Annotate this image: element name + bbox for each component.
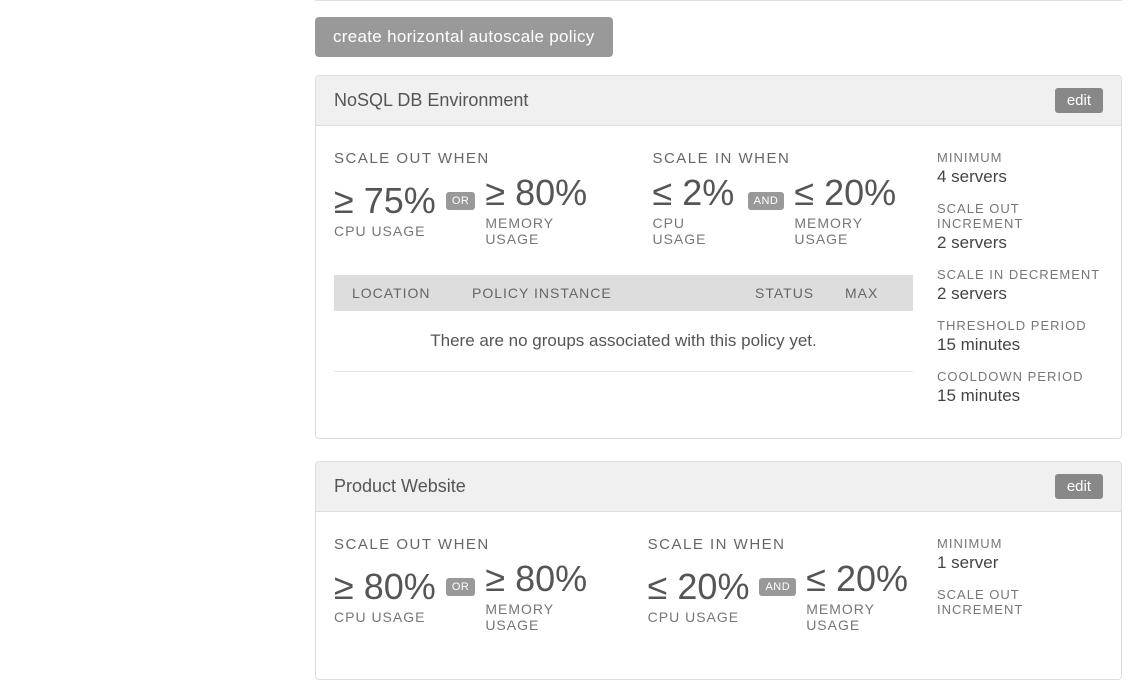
scale-out-connector: OR	[446, 192, 476, 210]
scale-in-memory-value: ≤ 20%	[794, 173, 913, 213]
scale-out-label: SCALE OUT WHEN	[334, 536, 593, 553]
scale-out-memory-value: ≥ 80%	[485, 173, 597, 213]
threshold-period-value: 15 minutes	[937, 335, 1109, 355]
cpu-usage-label: CPU USAGE	[648, 609, 750, 625]
minimum-value: 4 servers	[937, 167, 1109, 187]
scale-in-label: SCALE IN WHEN	[648, 536, 913, 553]
policy-card: Product Website edit SCALE OUT WHEN ≥ 80…	[315, 461, 1122, 680]
table-header-instance: POLICY INSTANCE	[472, 285, 755, 301]
scale-out-connector: OR	[446, 578, 476, 596]
table-header-max: MAX	[845, 285, 895, 301]
cooldown-period-label: COOLDOWN PERIOD	[937, 369, 1109, 384]
memory-usage-label: MEMORY USAGE	[794, 215, 913, 247]
scale-in-label: SCALE IN WHEN	[652, 150, 913, 167]
policy-title: Product Website	[334, 476, 466, 497]
edit-button[interactable]: edit	[1055, 474, 1103, 499]
scale-in-condition: SCALE IN WHEN ≤ 20% CPU USAGE AND ≤ 20% …	[648, 536, 913, 633]
scale-in-connector: AND	[759, 578, 796, 596]
scale-out-increment-label: SCALE OUT INCREMENT	[937, 587, 1109, 617]
cpu-usage-label: CPU USAGE	[652, 215, 737, 247]
table-header-location: LOCATION	[352, 285, 472, 301]
scale-in-decrement-value: 2 servers	[937, 284, 1109, 304]
memory-usage-label: MEMORY USAGE	[806, 601, 913, 633]
cpu-usage-label: CPU USAGE	[334, 609, 436, 625]
table-header-status: STATUS	[755, 285, 845, 301]
policy-title: NoSQL DB Environment	[334, 90, 528, 111]
minimum-label: MINIMUM	[937, 150, 1109, 165]
scale-out-memory-value: ≥ 80%	[485, 559, 592, 599]
scale-out-cpu-value: ≥ 75%	[334, 181, 436, 221]
scale-out-label: SCALE OUT WHEN	[334, 150, 597, 167]
create-policy-button[interactable]: create horizontal autoscale policy	[315, 17, 613, 57]
table-empty-message: There are no groups associated with this…	[334, 311, 913, 372]
policy-header: Product Website edit	[316, 462, 1121, 512]
cooldown-period-value: 15 minutes	[937, 386, 1109, 406]
memory-usage-label: MEMORY USAGE	[485, 601, 592, 633]
cpu-usage-label: CPU USAGE	[334, 223, 436, 239]
minimum-value: 1 server	[937, 553, 1109, 573]
scale-out-condition: SCALE OUT WHEN ≥ 75% CPU USAGE OR ≥ 80% …	[334, 150, 597, 247]
scale-in-cpu-value: ≤ 2%	[652, 173, 737, 213]
policy-header: NoSQL DB Environment edit	[316, 76, 1121, 126]
scale-in-decrement-label: SCALE IN DECREMENT	[937, 267, 1109, 282]
policy-table: LOCATION POLICY INSTANCE STATUS MAX Ther…	[334, 275, 913, 372]
policy-card: NoSQL DB Environment edit SCALE OUT WHEN…	[315, 75, 1122, 439]
scale-out-cpu-value: ≥ 80%	[334, 567, 436, 607]
scale-in-condition: SCALE IN WHEN ≤ 2% CPU USAGE AND ≤ 20% M…	[652, 150, 913, 247]
minimum-label: MINIMUM	[937, 536, 1109, 551]
scale-out-increment-value: 2 servers	[937, 233, 1109, 253]
threshold-period-label: THRESHOLD PERIOD	[937, 318, 1109, 333]
scale-in-cpu-value: ≤ 20%	[648, 567, 750, 607]
scale-out-increment-label: SCALE OUT INCREMENT	[937, 201, 1109, 231]
scale-in-memory-value: ≤ 20%	[806, 559, 913, 599]
scale-out-condition: SCALE OUT WHEN ≥ 80% CPU USAGE OR ≥ 80% …	[334, 536, 593, 633]
scale-in-connector: AND	[748, 192, 785, 210]
memory-usage-label: MEMORY USAGE	[485, 215, 597, 247]
edit-button[interactable]: edit	[1055, 88, 1103, 113]
